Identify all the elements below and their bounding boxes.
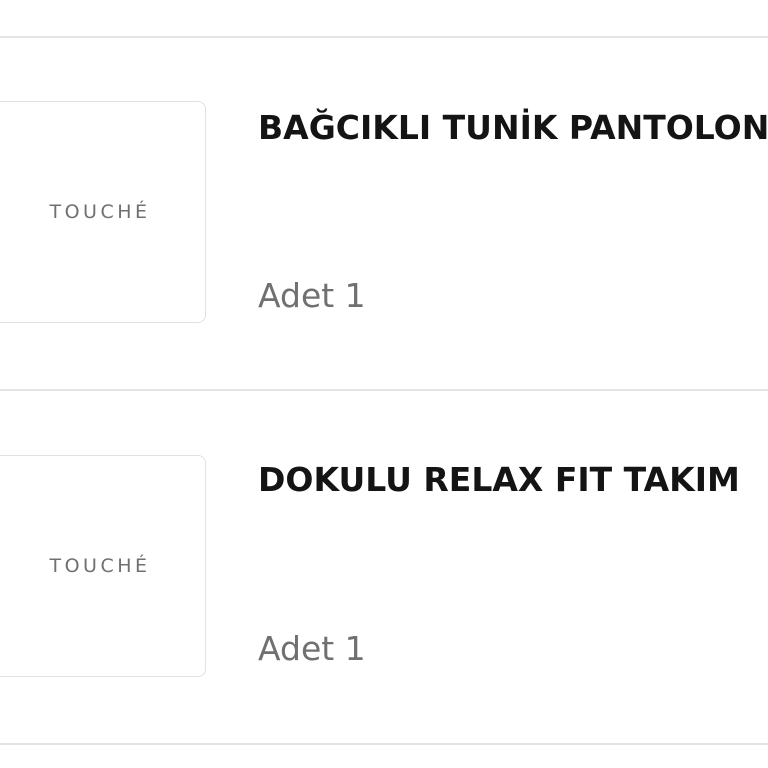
list-item[interactable]: TOUCHÉ DOKULU RELAX FIT TAKIM Adet 1 xyxy=(0,391,768,743)
product-title[interactable]: DOKULU RELAX FIT TAKIM xyxy=(258,460,740,499)
product-image[interactable]: TOUCHÉ xyxy=(0,455,206,677)
brand-logo: TOUCHÉ xyxy=(49,201,151,223)
order-items-list: TOUCHÉ BAĞCIKLI TUNİK PANTOLON TAKIM Ade… xyxy=(0,0,768,768)
product-title[interactable]: BAĞCIKLI TUNİK PANTOLON TAKIM xyxy=(258,108,768,147)
product-quantity: Adet 1 xyxy=(258,276,366,315)
product-quantity: Adet 1 xyxy=(258,629,366,668)
list-item[interactable]: TOUCHÉ BAĞCIKLI TUNİK PANTOLON TAKIM Ade… xyxy=(0,38,768,390)
divider-bottom xyxy=(0,743,768,745)
product-image[interactable]: TOUCHÉ xyxy=(0,101,206,323)
brand-logo: TOUCHÉ xyxy=(49,555,151,577)
